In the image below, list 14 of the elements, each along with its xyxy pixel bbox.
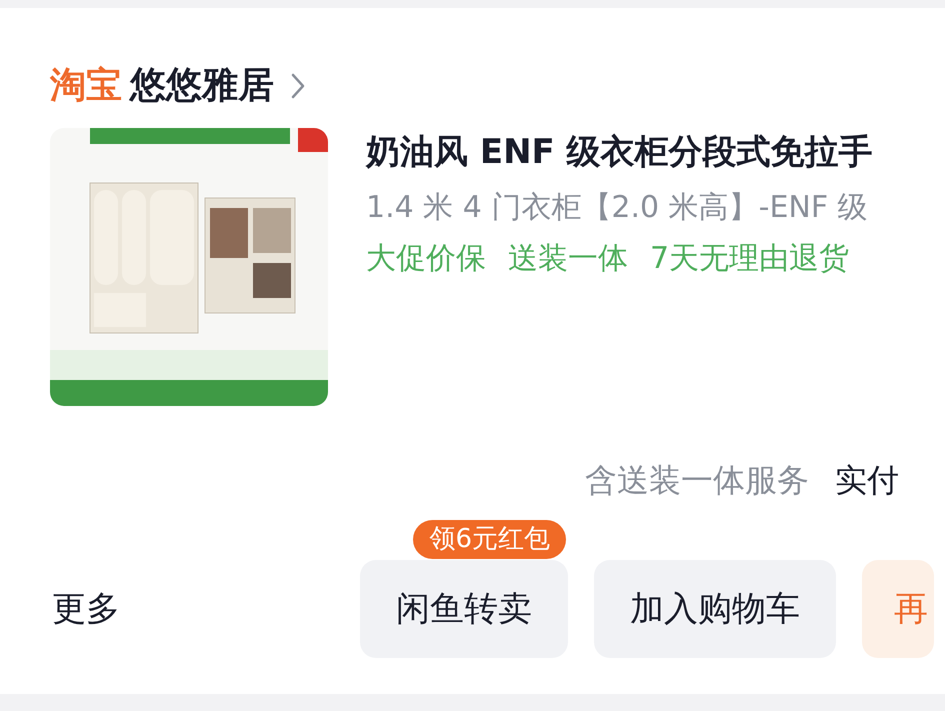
- service-tag: 送装一体: [508, 239, 628, 278]
- chevron-right-icon[interactable]: [290, 72, 306, 100]
- coupon-badge: 领6元红包: [413, 520, 566, 560]
- action-button[interactable]: 闲鱼转卖: [360, 560, 568, 658]
- shop-name[interactable]: 悠悠雅居: [130, 64, 274, 108]
- product-variant: 1.4 米 4 门衣柜【2.0 米高】-ENF 级: [366, 189, 869, 228]
- more-link[interactable]: 更多: [52, 584, 360, 634]
- paid-label: 实付: [835, 460, 899, 501]
- service-tag: 7天无理由退货: [650, 239, 850, 278]
- taobao-logo: 淘宝: [50, 64, 122, 108]
- service-tag: 大促价保: [366, 239, 486, 278]
- service-note: 含送装一体服务: [585, 460, 809, 501]
- product-title[interactable]: 奶油风 ENF 级衣柜分段式免拉手: [366, 130, 873, 174]
- action-button[interactable]: 加入购物车: [594, 560, 836, 658]
